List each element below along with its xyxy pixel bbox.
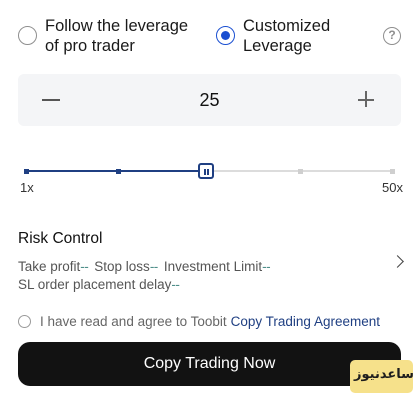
- customized-leverage-radio[interactable]: [216, 26, 235, 45]
- risk-control-title: Risk Control: [18, 230, 103, 247]
- follow-pro-leverage-radio[interactable]: [18, 26, 37, 45]
- slider-tick: [116, 168, 121, 174]
- risk-control-row[interactable]: Risk Control Take profit-- Stop loss-- Inv…: [18, 230, 408, 294]
- follow-pro-leverage-option[interactable]: Follow the leverage of pro trader: [18, 16, 205, 56]
- follow-pro-leverage-label: Follow the leverage of pro trader: [45, 17, 189, 55]
- leverage-slider[interactable]: [18, 160, 401, 184]
- agreement-checkbox[interactable]: [18, 315, 31, 328]
- slider-tick: [390, 168, 395, 174]
- leverage-stepper: 25: [18, 74, 401, 126]
- risk-control-summary: Take profit-- Stop loss-- Investment Limit…: [18, 258, 408, 294]
- agreement-row: I have read and agree to Toobit Copy Tra…: [18, 314, 408, 329]
- agreement-text: I have read and agree to Toobit: [40, 314, 227, 329]
- stop-loss-label: Stop loss: [94, 259, 150, 274]
- leverage-mode-selector: Follow the leverage of pro trader Custom…: [18, 16, 401, 60]
- investment-limit-value: --: [262, 259, 271, 274]
- stop-loss-value: --: [149, 259, 159, 274]
- slider-tick: [24, 168, 29, 174]
- copy-trading-now-button[interactable]: Copy Trading Now: [18, 342, 401, 386]
- question-circle-icon[interactable]: ?: [383, 27, 401, 45]
- customized-leverage-label: Customized Leverage: [243, 17, 331, 55]
- plus-icon[interactable]: [357, 74, 377, 126]
- watermark-text: ساعدنیوز: [354, 367, 414, 382]
- investment-limit-label: Investment Limit: [163, 259, 263, 274]
- sl-delay-label: SL order placement delay: [18, 277, 172, 292]
- leverage-value[interactable]: 25: [18, 74, 401, 126]
- watermark-logo: ساعدنیوز: [350, 360, 414, 393]
- take-profit-label: Take profit: [18, 259, 81, 274]
- copy-trading-agreement-link[interactable]: Copy Trading Agreement: [231, 314, 380, 329]
- slider-max-label: 50x: [382, 180, 403, 195]
- slider-thumb[interactable]: [198, 163, 214, 179]
- sl-delay-value: --: [171, 277, 180, 292]
- take-profit-value: --: [80, 259, 89, 274]
- slider-min-label: 1x: [20, 180, 34, 195]
- slider-tick: [298, 168, 303, 174]
- customized-leverage-option[interactable]: Customized Leverage: [216, 16, 353, 56]
- slider-track-remaining: [214, 170, 392, 172]
